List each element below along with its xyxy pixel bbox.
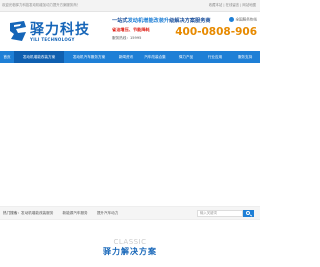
logo-name: 驿力科技 [30,22,90,38]
site-logo[interactable]: 驿力科技 YILI TECHNOLOGY [8,19,106,45]
hero-banner[interactable] [0,63,260,203]
nav-item-mod-collection[interactable]: 汽车改装合集 [138,51,172,63]
nav-item-car-service[interactable]: 发动机汽车服务方案 [64,51,114,63]
hotline-number: 400-0808-906 [175,25,257,38]
search-icon [246,211,250,216]
hot-search-link[interactable]: 提升汽车动力 [97,211,119,215]
logo-mark-icon [10,21,26,41]
nav-item-news[interactable]: 新闻资讯 [114,51,138,63]
nav-item-industry[interactable]: 行业应用 [200,51,230,63]
top-links[interactable]: 收藏本站 | 在线留言 | 网站地图 [209,2,256,7]
hot-search-links: 发动机增能改装服务 新能源汽车服务 提升汽车动力 [21,211,126,216]
site-header: 驿力科技 YILI TECHNOLOGY 一站式发动机增能改装升级解决方案服务商… [0,12,260,54]
phone-icon [229,17,235,22]
nav-item-engine-upgrade[interactable]: 发动机增能改装方案 [14,51,64,63]
section-title-en: CLASSIC [113,238,147,246]
search-input[interactable]: 输入关键词 [197,210,243,217]
welcome-text: 欢迎光临驿力科技发动机增加动力提升方案服务商！ [2,3,80,7]
hot-search-link[interactable]: 发动机增能改装服务 [21,211,53,215]
slogan-highlight: 发动机增能改装升 [127,18,170,24]
hotline-label: 全国服务热线 [175,17,257,23]
logo-english: YILI TECHNOLOGY [30,37,75,42]
top-bar: 欢迎光临驿力科技发动机增加动力提升方案服务商！ 收藏本站 | 在线留言 | 网站… [0,0,260,12]
nav-item-home[interactable]: 首页 [0,51,14,63]
section-heading: CLASSIC 驿力解决方案 [0,238,260,257]
main-nav: 首页 发动机增能改装方案 发动机汽车服务方案 新闻资讯 汽车改装合集 驿力产品 … [0,51,260,63]
hot-search-link[interactable]: 新能源汽车服务 [63,211,88,215]
nav-item-support[interactable]: 服务支持 [230,51,260,63]
search-button[interactable] [243,210,254,217]
hot-search-label: 热门搜索： [3,211,21,215]
slogan-prefix: 一站式 [112,18,128,24]
section-title-cn: 驿力解决方案 [103,247,157,256]
hotline: 全国服务热线 400-0808-906 [175,17,257,38]
hot-search-bar: 热门搜索： 发动机增能改装服务 新能源汽车服务 提升汽车动力 输入关键词 [0,206,260,220]
nav-item-products[interactable]: 驿力产品 [172,51,200,63]
